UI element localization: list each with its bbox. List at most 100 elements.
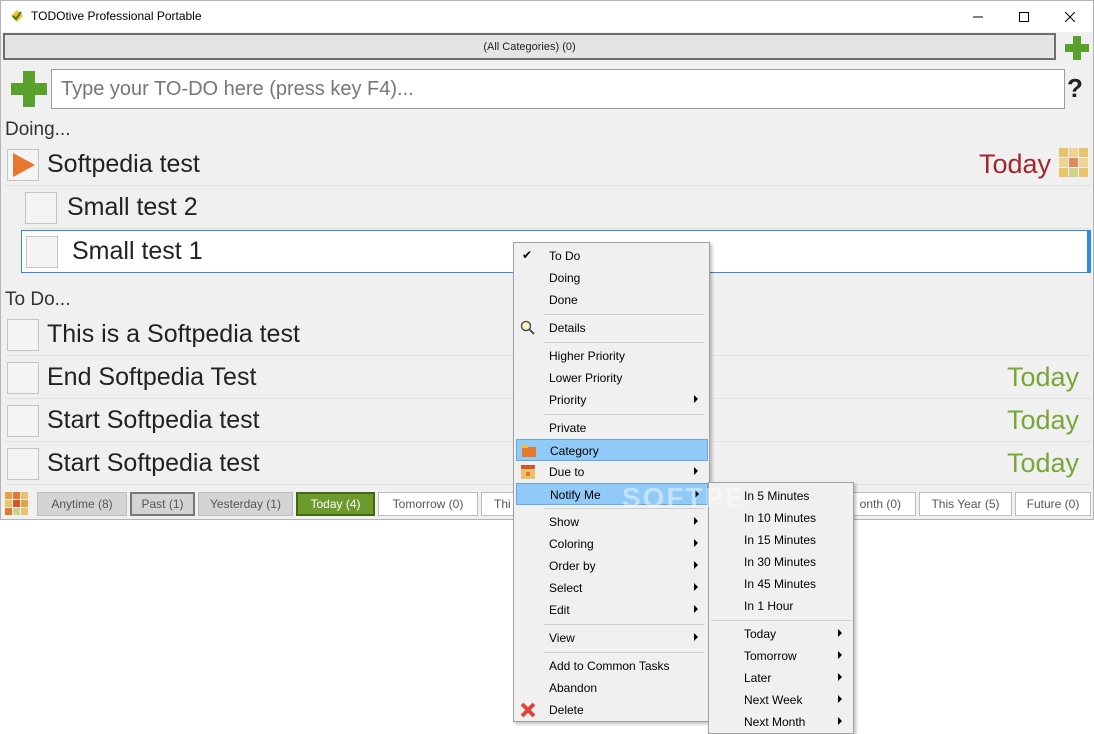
- menu-item-abandon[interactable]: Abandon: [516, 677, 707, 699]
- task-text: Small test 1: [72, 237, 203, 265]
- task-text: Start Softpedia test: [47, 449, 260, 477]
- submenu-item-in-1-hour[interactable]: In 1 Hour: [711, 595, 851, 617]
- submenu-arrow-icon: [838, 717, 842, 725]
- category-label: (All Categories) (0): [483, 40, 576, 53]
- context-menu: ✔ To Do Doing Done Details Higher Priori…: [513, 242, 710, 722]
- filter-tomorrow[interactable]: Tomorrow (0): [378, 492, 478, 516]
- submenu-item-next-week[interactable]: Next Week: [711, 689, 851, 711]
- menu-item-private[interactable]: Private: [516, 417, 707, 439]
- menu-item-select[interactable]: Select: [516, 577, 707, 599]
- submenu-item-later[interactable]: Later: [711, 667, 851, 689]
- menu-separator: [544, 414, 704, 415]
- delete-x-icon: [520, 702, 536, 718]
- maximize-button[interactable]: [1001, 1, 1047, 32]
- close-icon: [1065, 11, 1075, 22]
- menu-item-delete[interactable]: Delete: [516, 699, 707, 721]
- task-checkbox[interactable]: [25, 192, 57, 224]
- filter-past[interactable]: Past (1): [130, 492, 195, 516]
- category-selector[interactable]: (All Categories) (0): [3, 33, 1056, 60]
- add-todo-icon[interactable]: [11, 71, 47, 107]
- due-label: Today: [1006, 405, 1079, 435]
- menu-item-notify-me[interactable]: Notify Me: [516, 483, 708, 505]
- submenu-arrow-icon: [694, 517, 698, 525]
- submenu-arrow-icon: [695, 490, 699, 498]
- magnifier-icon: [520, 320, 535, 335]
- submenu-arrow-icon: [838, 629, 842, 637]
- menu-item-order-by[interactable]: Order by: [516, 555, 707, 577]
- category-icon: [522, 445, 536, 457]
- submenu-arrow-icon: [694, 467, 698, 475]
- minimize-icon: [973, 16, 983, 17]
- submenu-item-in-45-minutes[interactable]: In 45 Minutes: [711, 573, 851, 595]
- submenu-arrow-icon: [694, 583, 698, 591]
- submenu-item-in-10-minutes[interactable]: In 10 Minutes: [711, 507, 851, 529]
- submenu-arrow-icon: [838, 695, 842, 703]
- menu-item-higher-priority[interactable]: Higher Priority: [516, 345, 707, 367]
- due-label: Today: [1006, 362, 1079, 392]
- task-text: End Softpedia Test: [47, 363, 257, 391]
- menu-item-priority[interactable]: Priority: [516, 389, 707, 411]
- menu-item-show[interactable]: Show: [516, 511, 707, 533]
- task-text: This is a Softpedia test: [47, 320, 300, 348]
- menu-item-coloring[interactable]: Coloring: [516, 533, 707, 555]
- submenu-item-in-30-minutes[interactable]: In 30 Minutes: [711, 551, 851, 573]
- submenu-item-next-month[interactable]: Next Month: [711, 711, 851, 733]
- app-logo-icon: [11, 10, 23, 22]
- menu-item-edit[interactable]: Edit: [516, 599, 707, 621]
- task-checkbox[interactable]: [7, 405, 39, 437]
- menu-separator: [544, 314, 704, 315]
- filter-today[interactable]: Today (4): [296, 492, 375, 516]
- submenu-arrow-icon: [838, 673, 842, 681]
- menu-item-due-to[interactable]: Due to: [516, 461, 707, 483]
- menu-separator: [544, 652, 704, 653]
- submenu-item-today[interactable]: Today: [711, 623, 851, 645]
- submenu-item-in-15-minutes[interactable]: In 15 Minutes: [711, 529, 851, 551]
- filter-future[interactable]: Future (0): [1015, 492, 1091, 516]
- menu-separator: [711, 620, 851, 621]
- menu-item-view[interactable]: View: [516, 627, 707, 649]
- menu-separator: [544, 624, 704, 625]
- task-checkbox[interactable]: [7, 362, 39, 394]
- close-button[interactable]: [1047, 1, 1093, 32]
- menu-item-done[interactable]: Done: [516, 289, 707, 311]
- todo-section-label: To Do...: [5, 289, 71, 310]
- calendar-icon: [521, 465, 535, 479]
- submenu-item-in-5-minutes[interactable]: In 5 Minutes: [711, 485, 851, 507]
- calendar-grid-icon[interactable]: [1059, 148, 1089, 178]
- task-checkbox[interactable]: [7, 319, 39, 351]
- add-category-icon[interactable]: [1065, 36, 1089, 60]
- menu-item-to-do[interactable]: ✔ To Do: [516, 245, 707, 267]
- menu-item-lower-priority[interactable]: Lower Priority: [516, 367, 707, 389]
- submenu-arrow-icon: [694, 539, 698, 547]
- menu-separator: [544, 508, 704, 509]
- play-icon[interactable]: [7, 149, 39, 181]
- submenu-arrow-icon: [694, 633, 698, 641]
- help-icon[interactable]: ?: [1067, 73, 1083, 104]
- menu-item-details[interactable]: Details: [516, 317, 707, 339]
- due-label: Today: [978, 149, 1051, 179]
- submenu-arrow-icon: [694, 395, 698, 403]
- task-row[interactable]: Softpedia test Today: [5, 144, 1091, 186]
- maximize-icon: [1019, 11, 1029, 22]
- window-title: TODOtive Professional Portable: [31, 9, 202, 23]
- menu-item-doing[interactable]: Doing: [516, 267, 707, 289]
- menu-item-add-to-common-tasks[interactable]: Add to Common Tasks: [516, 655, 707, 677]
- task-checkbox[interactable]: [26, 236, 58, 268]
- filter-yesterday[interactable]: Yesterday (1): [198, 492, 293, 516]
- doing-section-label: Doing...: [5, 119, 71, 140]
- task-text: Softpedia test: [47, 150, 200, 178]
- task-text: Small test 2: [67, 193, 198, 221]
- menu-separator: [544, 342, 704, 343]
- menu-item-category[interactable]: Category: [516, 439, 708, 461]
- submenu-item-tomorrow[interactable]: Tomorrow: [711, 645, 851, 667]
- notify-submenu: In 5 Minutes In 10 Minutes In 15 Minutes…: [708, 482, 854, 734]
- minimize-button[interactable]: [955, 1, 1001, 32]
- filter-this-year[interactable]: This Year (5): [919, 492, 1012, 516]
- due-label: Today: [1006, 448, 1079, 478]
- calendar-grid-icon[interactable]: [5, 492, 29, 516]
- todo-input[interactable]: [51, 69, 1065, 109]
- filter-anytime[interactable]: Anytime (8): [37, 492, 127, 516]
- task-row[interactable]: Small test 2: [25, 187, 1091, 229]
- submenu-arrow-icon: [838, 651, 842, 659]
- task-checkbox[interactable]: [7, 448, 39, 480]
